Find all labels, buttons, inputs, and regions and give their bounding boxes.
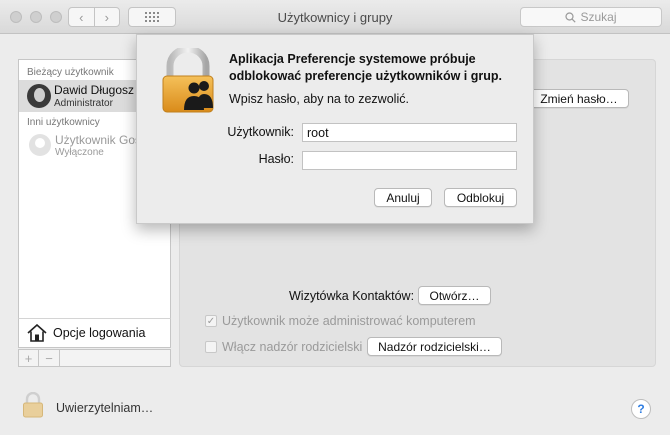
lock-icon[interactable]: [22, 392, 44, 418]
open-contact-card-button[interactable]: Otwórz…: [418, 286, 491, 305]
window-titlebar: ‹ › Użytkownicy i grupy Szukaj: [0, 0, 670, 34]
search-placeholder: Szukaj: [580, 10, 617, 24]
parental-controls-button[interactable]: Nadzór rodzicielski…: [367, 337, 502, 356]
authenticating-label: Uwierzytelniam…: [56, 401, 154, 415]
dialog-message: Wpisz hasło, aby na to zezwolić.: [229, 92, 409, 106]
cancel-button[interactable]: Anuluj: [374, 188, 432, 207]
avatar: [27, 84, 51, 108]
contact-card-label: Wizytówka Kontaktów:: [289, 289, 415, 303]
guest-user-status: Wyłączone: [55, 147, 104, 158]
user-role: Administrator: [54, 98, 113, 109]
unlock-button[interactable]: Odblokuj: [444, 188, 517, 207]
add-remove-bar: + −: [18, 349, 171, 367]
guest-user-name: Użytkownik Gość: [55, 133, 148, 147]
username-field[interactable]: [302, 123, 517, 142]
admin-checkbox[interactable]: ✓: [205, 315, 217, 327]
search-field[interactable]: Szukaj: [520, 7, 662, 27]
add-remove-bar-filler: [60, 349, 171, 367]
guest-avatar: [29, 134, 51, 156]
help-button[interactable]: ?: [631, 399, 651, 419]
dialog-title: Aplikacja Preferencje systemowe próbuje …: [229, 52, 502, 83]
current-user-header: Bieżący użytkownik: [27, 67, 114, 78]
parental-controls-checkbox[interactable]: [205, 341, 217, 353]
password-field[interactable]: [302, 151, 517, 170]
change-password-button[interactable]: Zmień hasło…: [529, 89, 629, 108]
admin-checkbox-label: Użytkownik może administrować komputerem: [222, 314, 476, 328]
other-users-header: Inni użytkownicy: [27, 117, 100, 128]
login-options-label: Opcje logowania: [53, 326, 146, 340]
search-icon: [565, 11, 577, 23]
username-label: Użytkownik:: [227, 125, 294, 139]
password-label: Hasło:: [258, 152, 294, 166]
remove-user-button[interactable]: −: [39, 349, 60, 367]
user-name: Dawid Długosz: [54, 83, 135, 97]
login-options-item[interactable]: Opcje logowania: [18, 318, 171, 348]
add-user-button[interactable]: +: [18, 349, 39, 367]
parental-controls-checkbox-label: Włącz nadzór rodzicielski: [222, 340, 363, 354]
padlock-with-users-icon: [162, 48, 214, 113]
house-icon: [27, 324, 47, 342]
